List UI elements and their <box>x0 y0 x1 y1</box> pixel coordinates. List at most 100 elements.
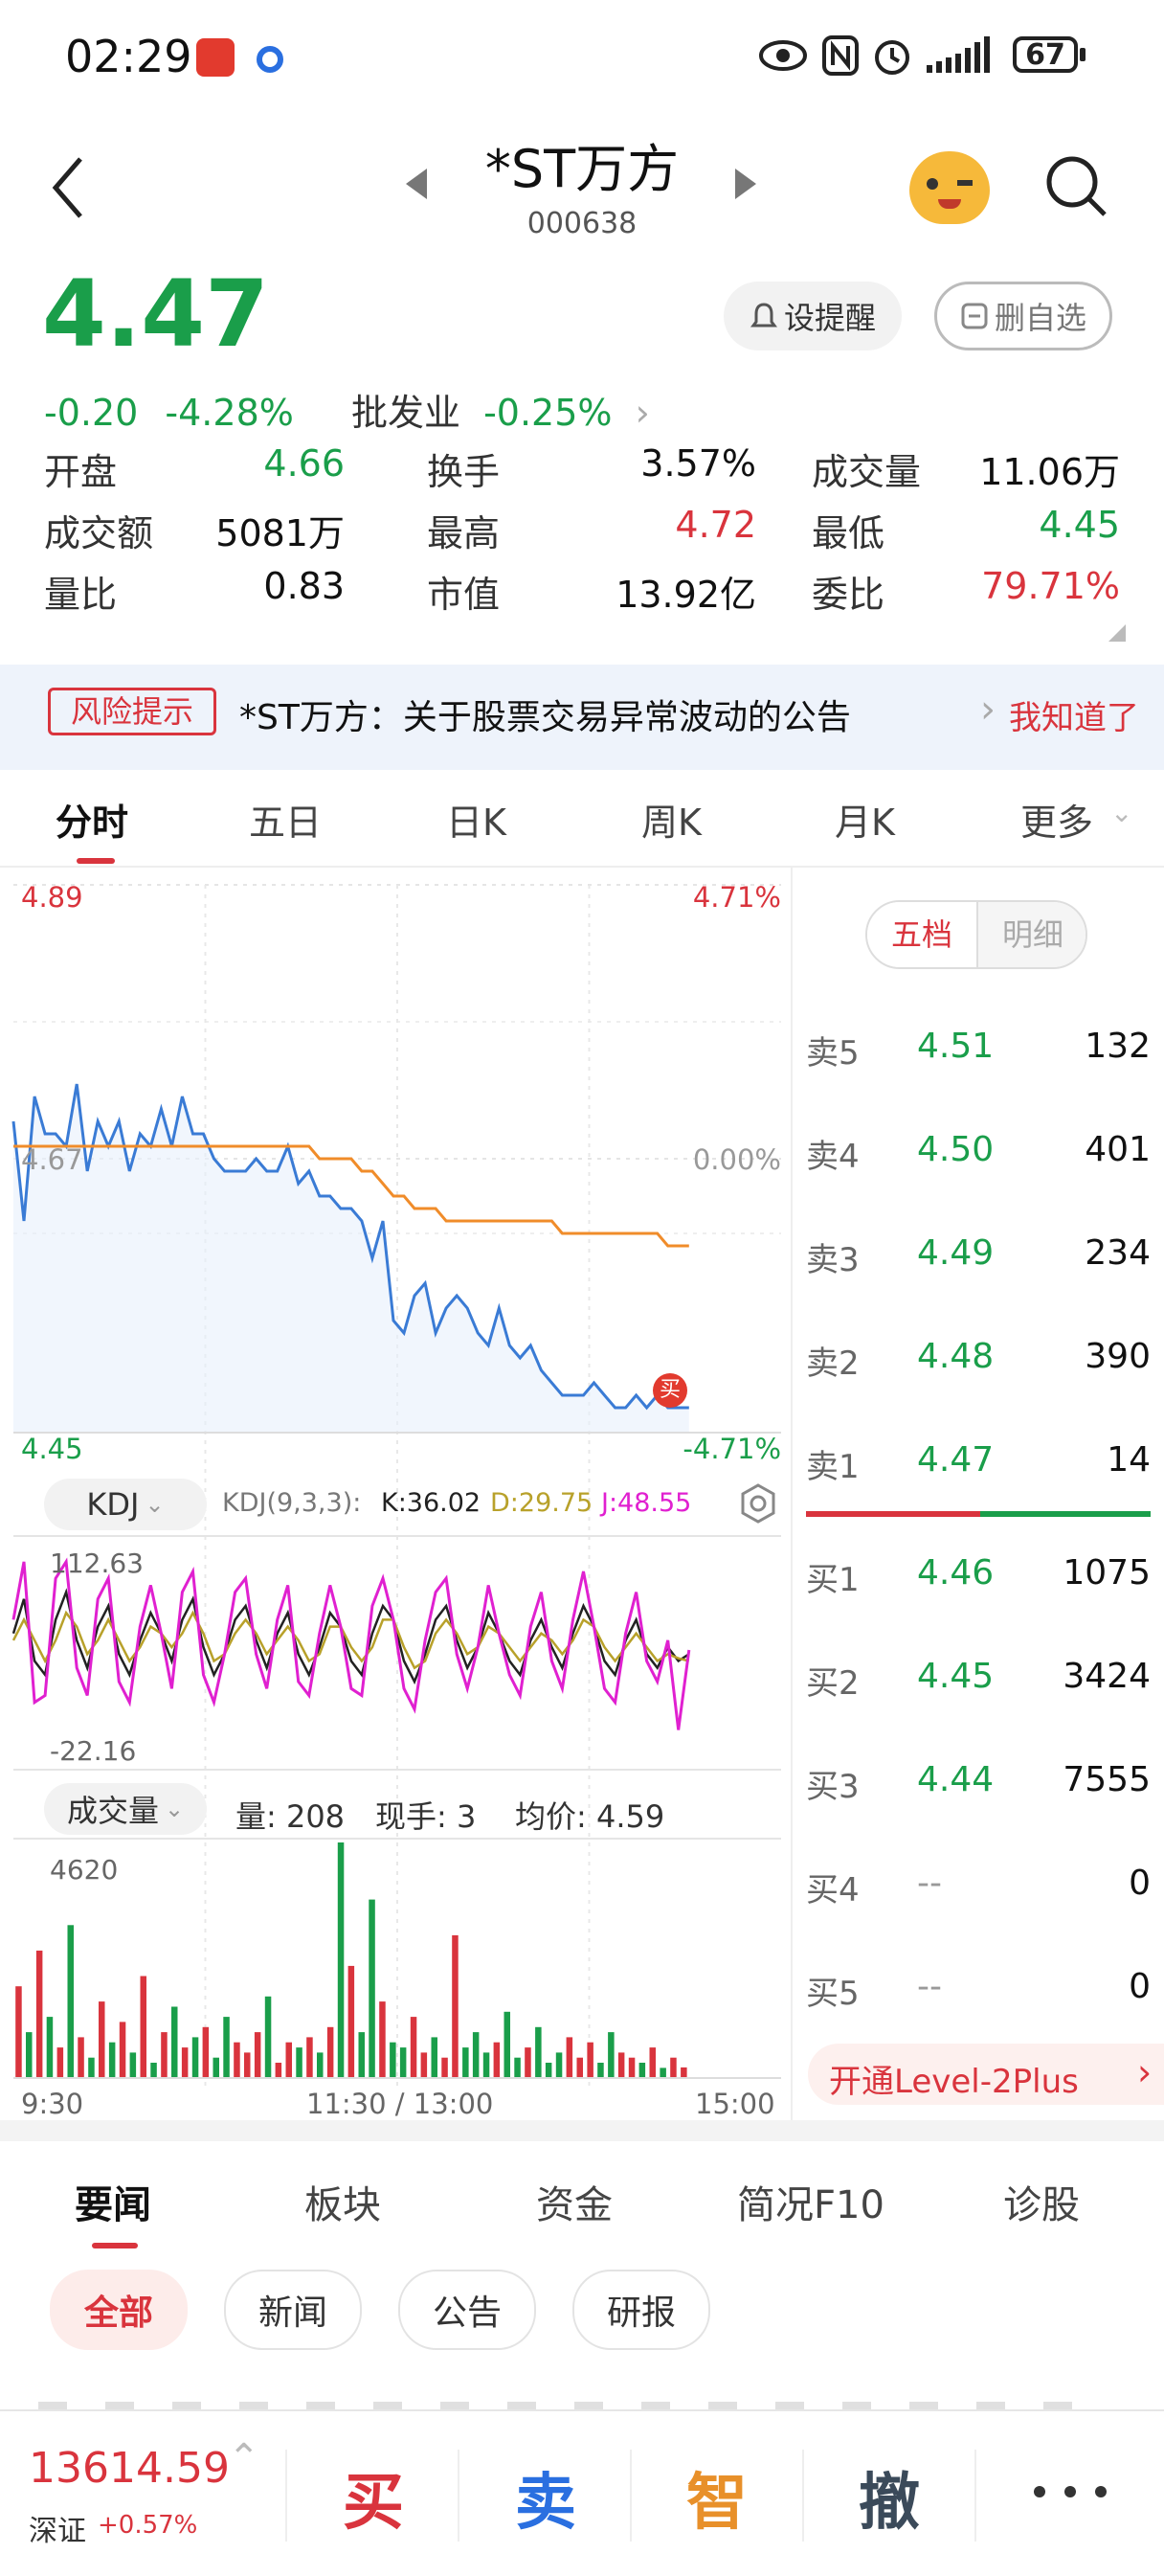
kdj-selector[interactable]: KDJ ⌄ <box>44 1479 207 1530</box>
volume-selector[interactable]: 成交量 ⌄ <box>44 1783 207 1835</box>
order-book-price[interactable]: -- <box>917 1864 942 1903</box>
signal-icon <box>927 36 990 73</box>
order-book-volume: 390 <box>1085 1337 1151 1376</box>
chart-tab[interactable]: 分时 <box>56 793 128 846</box>
tab-five-levels[interactable]: 五档 <box>867 902 978 967</box>
search-icon[interactable] <box>1043 153 1110 220</box>
order-book-price[interactable]: 4.51 <box>917 1027 994 1066</box>
chart-tab[interactable]: 更多 <box>1020 793 1093 846</box>
spread-bar-red <box>806 1511 980 1517</box>
minus-box-icon <box>961 303 988 329</box>
next-stock-icon[interactable] <box>733 165 760 203</box>
news-tab-bar: 要闻 板块 资金 简况F10 诊股 <box>0 2141 1164 2256</box>
sector-change[interactable]: -0.25% <box>483 392 612 434</box>
news-tab[interactable]: 资金 <box>536 2174 613 2229</box>
news-tab[interactable]: 简况F10 <box>737 2174 884 2229</box>
news-filter-chip[interactable]: 公告 <box>398 2270 536 2350</box>
back-icon[interactable] <box>46 153 88 222</box>
volume-bar <box>78 2037 84 2078</box>
kdj-j: J:48.55 <box>601 1488 692 1518</box>
order-book-price[interactable]: 4.46 <box>917 1553 994 1593</box>
volume-bar <box>379 2001 386 2078</box>
more-icon[interactable] <box>1034 2486 1107 2499</box>
cancel-order-button[interactable]: 撤 <box>804 2453 974 2542</box>
volume-bar <box>140 1976 146 2078</box>
dismiss-notice-button[interactable]: 我知道了 <box>1009 691 1139 738</box>
spread-bar-green <box>980 1511 1151 1517</box>
active-tab-indicator <box>77 858 115 864</box>
news-tab[interactable]: 诊股 <box>1003 2174 1080 2229</box>
volume-bar <box>638 2063 646 2078</box>
volume-bar <box>202 2026 210 2078</box>
remove-watchlist-button[interactable]: 删自选 <box>934 282 1112 350</box>
sell-button[interactable]: 卖 <box>459 2453 632 2542</box>
tab-details[interactable]: 明细 <box>978 902 1086 967</box>
volume-bar <box>161 2032 168 2078</box>
order-book-price[interactable]: -- <box>917 1967 942 2006</box>
order-book-price[interactable]: 4.44 <box>917 1760 994 1799</box>
smart-trade-button[interactable]: 智 <box>632 2453 802 2542</box>
kdj-max: 112.63 <box>50 1548 144 1579</box>
kdj-header: KDJ ⌄ KDJ(9,3,3): K:36.02 D:29.75 J:48.5… <box>0 1471 791 1538</box>
level2-button[interactable]: 开通Level-2Plus › <box>808 2044 1164 2105</box>
order-book-price[interactable]: 4.48 <box>917 1337 994 1376</box>
sector-name[interactable]: 批发业 <box>351 392 460 434</box>
order-book-tabs: 五档 明细 <box>865 900 1087 969</box>
order-book-price[interactable]: 4.49 <box>917 1233 994 1273</box>
order-book-price[interactable]: 4.50 <box>917 1130 994 1169</box>
volume-bar <box>26 2032 33 2078</box>
volume-bar <box>566 2037 573 2078</box>
volume-bar <box>150 2063 157 2078</box>
news-filter-chip[interactable]: 全部 <box>50 2270 188 2350</box>
news-tab[interactable]: 板块 <box>304 2174 381 2229</box>
chart-pct-mid: 0.00% <box>692 1143 781 1176</box>
set-alert-button[interactable]: 设提醒 <box>724 282 902 350</box>
risk-notice-text[interactable]: *ST万方：关于股票交易异常波动的公告 <box>239 689 851 739</box>
active-tab-indicator <box>92 2243 138 2248</box>
corner-triangle-icon <box>1108 624 1126 642</box>
order-book-volume: 132 <box>1085 1027 1151 1066</box>
chevron-down-icon: ⌄ <box>164 1796 185 1822</box>
order-book-label: 卖5 <box>806 1034 860 1073</box>
volume-bar <box>670 2057 677 2078</box>
price-change: -0.20 <box>44 392 139 434</box>
volume-bar <box>431 2037 437 2078</box>
volume-bar <box>555 2052 563 2078</box>
chart-tab[interactable]: 周K <box>641 793 702 846</box>
chart-price-top: 4.89 <box>21 881 83 914</box>
volume-bar <box>234 2042 240 2078</box>
index-value[interactable]: 13614.59 <box>29 2444 230 2493</box>
order-book-price[interactable]: 4.47 <box>917 1440 994 1480</box>
buy-marker[interactable]: 买 <box>653 1373 687 1408</box>
volume-bar <box>369 1899 375 2078</box>
buy-button[interactable]: 买 <box>287 2453 459 2542</box>
order-book-label: 买4 <box>806 1871 860 1909</box>
chart-tab[interactable]: 五日 <box>249 793 322 846</box>
order-book-price[interactable]: 4.45 <box>917 1657 994 1696</box>
order-book-label: 卖1 <box>806 1448 860 1486</box>
volume-bar <box>88 2057 95 2078</box>
stat-value: 0.83 <box>263 565 345 607</box>
news-filter-chip[interactable]: 新闻 <box>224 2270 362 2350</box>
volume-bar <box>35 1950 43 2078</box>
chevron-right-icon[interactable]: › <box>636 392 650 434</box>
risk-notice-bar[interactable]: 风险提示 *ST万方：关于股票交易异常波动的公告 › 我知道了 <box>0 665 1164 770</box>
section-divider <box>0 2120 1164 2141</box>
volume-bar <box>337 1842 345 2078</box>
stat-value: 4.72 <box>675 504 756 546</box>
chart-tab[interactable]: 月K <box>835 793 895 846</box>
chart-tab[interactable]: 日K <box>446 793 506 846</box>
order-book-label: 卖3 <box>806 1241 860 1279</box>
volume-bar <box>410 2017 417 2078</box>
order-book-volume: 14 <box>1107 1440 1151 1480</box>
bell-icon <box>750 303 777 328</box>
settings-icon[interactable] <box>737 1482 779 1525</box>
news-filter-chip[interactable]: 研报 <box>572 2270 710 2350</box>
mascot-icon[interactable] <box>909 151 990 224</box>
news-tab[interactable]: 要闻 <box>75 2174 151 2229</box>
chevron-up-icon: ⌃ <box>228 2436 260 2480</box>
notification-dot-icon <box>257 46 283 73</box>
volume-hand: 现手: 3 <box>375 1798 477 1835</box>
stock-name: *ST万方 <box>484 139 680 199</box>
status-bar: 02:29 67 <box>0 0 1164 115</box>
